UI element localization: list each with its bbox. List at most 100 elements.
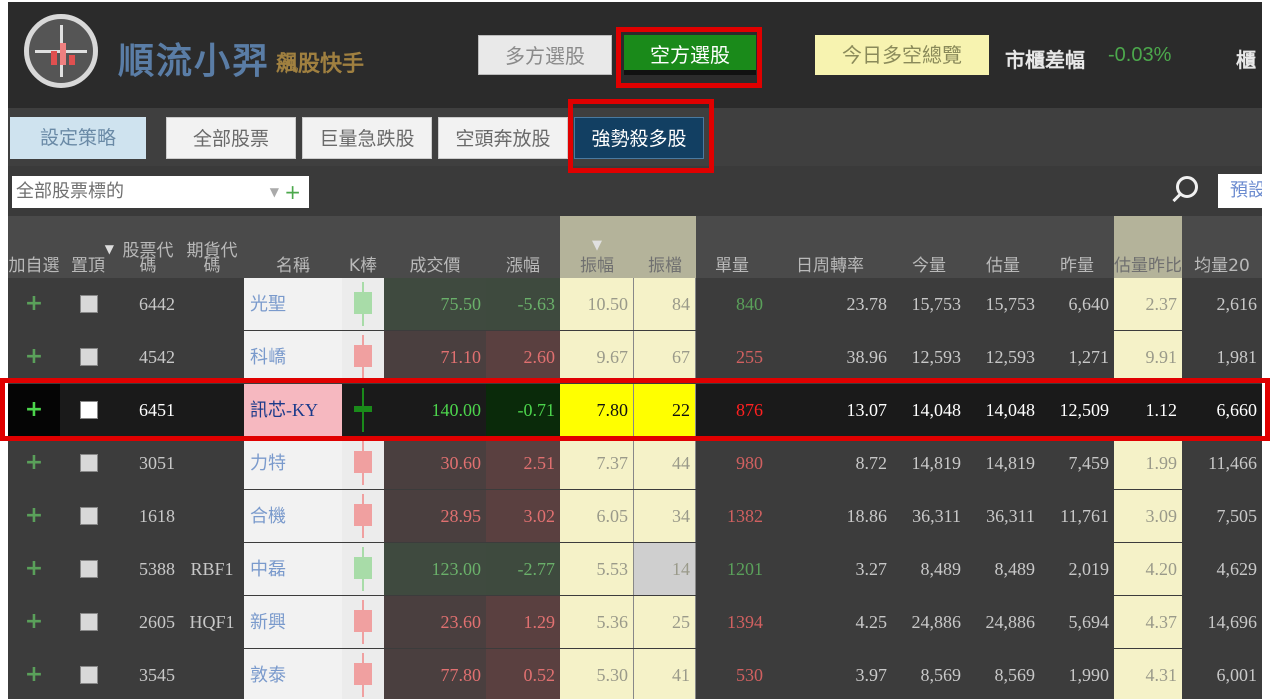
market-spread-value: -0.03%: [1108, 44, 1172, 66]
futures-code: RBF1: [190, 559, 234, 579]
table-header: 加自選 置頂 ▼ 股票代碼 期貨代碼 名稱 K棒 成交價 漲幅 ▼ 振幅 振檔 單量…: [8, 216, 1262, 278]
add-watchlist-button[interactable]: +: [8, 649, 60, 699]
add-watchlist-button[interactable]: +: [8, 278, 60, 330]
turnover-cell: 23.78: [846, 294, 888, 314]
prev-vol-cell: 11,761: [1060, 506, 1109, 526]
turnover-cell: 3.97: [855, 665, 888, 685]
today-vol-cell: 14,048: [911, 400, 962, 420]
stock-name[interactable]: 力特: [244, 437, 342, 489]
futures-code: [180, 278, 244, 330]
table-row[interactable]: +6442 光聖 75.50 -5.63 10.50 84 840 23.78 15,753 15…: [8, 278, 1262, 332]
change-cell: 2.51: [486, 437, 560, 489]
pin-checkbox[interactable]: [80, 295, 98, 313]
table-row[interactable]: +1618 合機 28.95 3.02 6.05 34 1382 18.86 36,311 36,…: [8, 490, 1262, 544]
stock-code: 1618: [139, 506, 175, 526]
stock-name[interactable]: 敦泰: [244, 649, 342, 699]
table-row-selected[interactable]: +6451 訊芯-KY 140.00 -0.71 7.80 22 876 13.07 14,04…: [8, 384, 1262, 438]
pin-checkbox[interactable]: [80, 666, 98, 684]
prev-vol-cell: 5,694: [1068, 612, 1110, 632]
market-spread-label: 市櫃差幅: [1005, 48, 1085, 72]
set-strategy-button[interactable]: 設定策略: [10, 117, 146, 159]
col-turnover[interactable]: 日周轉率: [768, 216, 892, 278]
chevron-down-icon: ▼: [269, 185, 279, 199]
single-vol-cell: 255: [736, 347, 763, 367]
turnover-cell: 4.25: [855, 612, 888, 632]
stock-name[interactable]: 中磊: [244, 543, 342, 595]
sort-desc-icon: ▼: [592, 238, 602, 253]
app-logo-title: 順流小羿: [118, 41, 271, 82]
col-futures[interactable]: 期貨代碼: [180, 216, 244, 278]
today-vol-cell: 8,489: [920, 559, 962, 579]
kbar-body: [354, 451, 372, 473]
stock-name[interactable]: 合機: [244, 490, 342, 542]
est-vol-cell: 24,886: [985, 612, 1036, 632]
tab-volume-plunge[interactable]: 巨量急跌股: [302, 117, 432, 159]
col-amp-ticks[interactable]: 振檔: [634, 216, 696, 278]
col-single-vol[interactable]: 單量: [696, 216, 768, 278]
est-ratio-cell: 9.91: [1114, 331, 1182, 383]
stock-code: 6442: [139, 294, 175, 314]
futures-code: [180, 437, 244, 489]
col-name[interactable]: 名稱: [244, 216, 342, 278]
pin-checkbox[interactable]: [80, 401, 98, 419]
col-avg20[interactable]: 均量20: [1182, 216, 1262, 278]
pin-checkbox[interactable]: [80, 613, 98, 631]
pin-checkbox[interactable]: [80, 560, 98, 578]
table-row[interactable]: +4542 科嶠 71.10 2.60 9.67 67 255 38.96 12,593 12,5…: [8, 331, 1262, 385]
app-logo-subtitle: 飆股快手: [276, 52, 365, 77]
pin-checkbox[interactable]: [80, 507, 98, 525]
pin-checkbox[interactable]: [80, 348, 98, 366]
table-row[interactable]: +3545 敦泰 77.80 0.52 5.30 41 530 3.97 8,569 8,569 1…: [8, 649, 1262, 699]
col-amplitude[interactable]: ▼ 振幅: [560, 216, 634, 278]
price-cell: 28.95: [384, 490, 486, 542]
avg20-cell: 14,696: [1207, 612, 1258, 632]
col-add[interactable]: 加自選: [8, 216, 60, 278]
est-ratio-cell: 4.20: [1114, 543, 1182, 595]
table-row[interactable]: +5388 RBF1 中磊 123.00 -2.77 5.53 14 1201 3.27 8,48…: [8, 543, 1262, 597]
short-pick-button[interactable]: 空方選股: [624, 35, 756, 75]
price-cell: 71.10: [384, 331, 486, 383]
col-kbar[interactable]: K棒: [342, 216, 384, 278]
stock-name[interactable]: 光聖: [244, 278, 342, 330]
table-row[interactable]: +2605 HQF1 新興 23.60 1.29 5.36 25 1394 4.25 24,886…: [8, 596, 1262, 650]
col-est-vol[interactable]: 估量: [966, 216, 1040, 278]
tab-bear-breakout[interactable]: 空頭奔放股: [438, 117, 568, 159]
est-ratio-cell: 4.37: [1114, 596, 1182, 648]
col-prev-vol[interactable]: 昨量: [1040, 216, 1114, 278]
add-icon[interactable]: +: [284, 176, 301, 208]
prev-vol-cell: 12,509: [1059, 400, 1110, 420]
amp-ticks-cell: 34: [634, 490, 696, 542]
col-today-vol[interactable]: 今量: [892, 216, 966, 278]
col-price[interactable]: 成交價: [384, 216, 486, 278]
stock-name[interactable]: 新興: [244, 596, 342, 648]
add-watchlist-button[interactable]: +: [8, 384, 60, 436]
col-pin[interactable]: 置頂 ▼: [60, 216, 116, 278]
price-cell: 77.80: [384, 649, 486, 699]
tab-strong-kill-long[interactable]: 強勢殺多股: [574, 117, 704, 159]
col-code[interactable]: 股票代碼: [116, 216, 180, 278]
add-watchlist-button[interactable]: +: [8, 596, 60, 648]
est-ratio-cell: 1.12: [1114, 384, 1182, 436]
today-vol-cell: 36,311: [912, 506, 961, 526]
search-icon[interactable]: [1176, 176, 1198, 198]
amplitude-cell: 5.53: [560, 543, 634, 595]
tab-all-stocks[interactable]: 全部股票: [166, 117, 296, 159]
add-watchlist-button[interactable]: +: [8, 543, 60, 595]
avg20-cell: 1,981: [1216, 347, 1258, 367]
stock-name[interactable]: 訊芯-KY: [244, 384, 342, 436]
stock-name[interactable]: 科嶠: [244, 331, 342, 383]
stock-target-select[interactable]: 全部股票標的 ▼ +: [12, 176, 309, 208]
add-watchlist-button[interactable]: +: [8, 490, 60, 542]
long-pick-button[interactable]: 多方選股: [478, 35, 612, 75]
est-ratio-cell: 2.37: [1114, 278, 1182, 330]
preset-button[interactable]: 預設: [1218, 174, 1262, 208]
stock-code: 3545: [139, 665, 175, 685]
add-watchlist-button[interactable]: +: [8, 331, 60, 383]
daily-overview-button[interactable]: 今日多空總覽: [815, 35, 989, 75]
col-change[interactable]: 漲幅: [486, 216, 560, 278]
today-vol-cell: 24,886: [911, 612, 962, 632]
pin-checkbox[interactable]: [80, 454, 98, 472]
add-watchlist-button[interactable]: +: [8, 437, 60, 489]
col-est-ratio[interactable]: 估量昨比: [1114, 216, 1182, 278]
table-row[interactable]: +3051 力特 30.60 2.51 7.37 44 980 8.72 14,819 14,81…: [8, 437, 1262, 491]
